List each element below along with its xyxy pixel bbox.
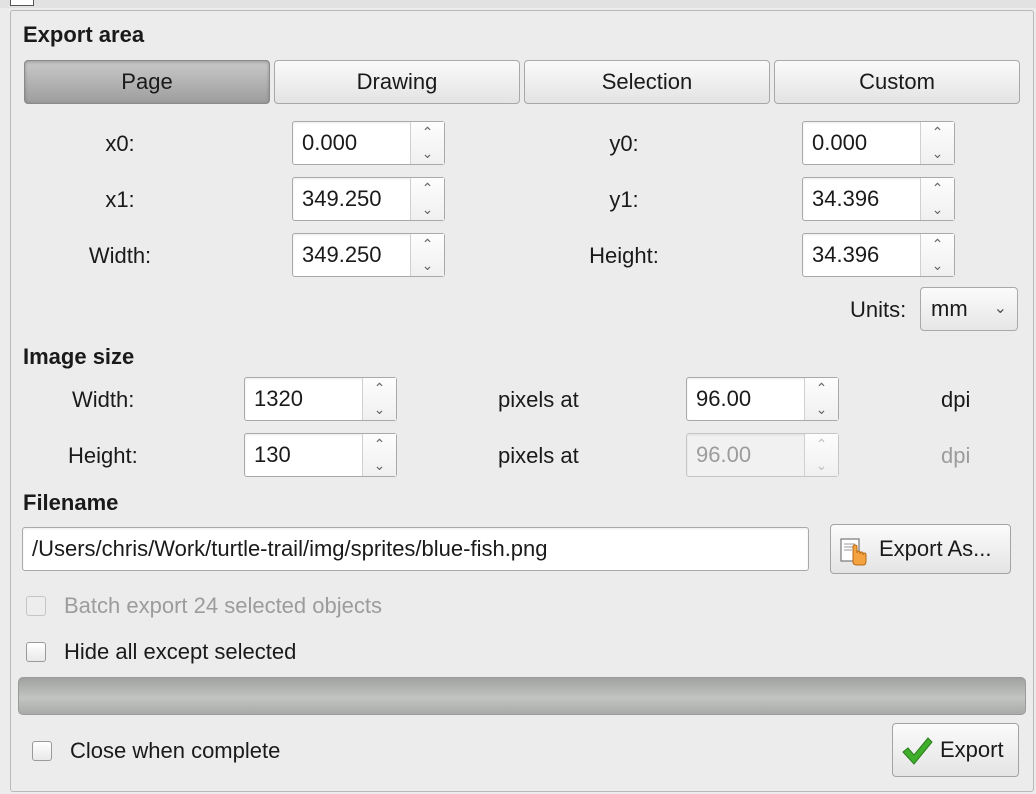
hide-all-label[interactable]: Hide all except selected	[64, 639, 296, 665]
spin-arrows: ⌃ ⌄	[920, 234, 954, 276]
image-width-spinbox[interactable]: 1320 ⌃ ⌄	[244, 377, 397, 421]
chevron-up-icon[interactable]: ⌃	[921, 178, 954, 199]
x0-label: x0:	[105, 131, 135, 156]
y1-label: y1:	[609, 187, 639, 212]
mode-selection-button[interactable]: Selection	[524, 60, 770, 104]
checkmark-icon	[901, 736, 933, 766]
pixels-at-label: pixels at	[498, 443, 579, 468]
dpi-x-spinbox[interactable]: 96.00 ⌃ ⌄	[686, 377, 839, 421]
chevron-down-icon[interactable]: ⌄	[411, 143, 444, 164]
document-hand-icon	[839, 536, 869, 566]
spin-arrows: ⌃ ⌄	[362, 378, 396, 420]
chevron-up-icon: ⌃	[815, 436, 828, 452]
chevron-up-icon[interactable]: ⌃	[921, 234, 954, 255]
dpi-label-disabled: dpi	[941, 443, 971, 468]
spin-arrows: ⌃ ⌄	[920, 178, 954, 220]
spin-arrows: ⌃ ⌄	[410, 122, 444, 164]
chevron-up-icon[interactable]: ⌃	[411, 122, 444, 143]
x1-spinbox[interactable]: 349.250 ⌃ ⌄	[292, 177, 445, 221]
image-height-spinbox[interactable]: 130 ⌃ ⌄	[244, 433, 397, 477]
chevron-down-icon[interactable]: ⌄	[921, 255, 954, 276]
mode-page-button[interactable]: Page	[24, 60, 270, 104]
x1-value: 349.250	[302, 186, 382, 211]
close-when-complete-label[interactable]: Close when complete	[70, 738, 280, 764]
y0-value: 0.000	[812, 130, 868, 155]
area-width-spinbox[interactable]: 349.250 ⌃ ⌄	[292, 233, 445, 277]
chevron-down-icon: ⌄	[815, 457, 828, 473]
area-height-value: 34.396	[812, 242, 880, 267]
dpi-y-value: 96.00	[696, 442, 752, 467]
units-select[interactable]: mm ⌄	[920, 287, 1018, 331]
export-as-button[interactable]: Export As...	[830, 524, 1011, 574]
area-height-label: Height:	[589, 243, 659, 268]
units-label: Units:	[850, 297, 907, 322]
mode-drawing-button[interactable]: Drawing	[274, 60, 520, 104]
chevron-down-icon[interactable]: ⌄	[363, 399, 396, 420]
filename-value: /Users/chris/Work/turtle-trail/img/sprit…	[32, 536, 548, 561]
export-button[interactable]: Export	[892, 723, 1019, 777]
area-width-value: 349.250	[302, 242, 382, 267]
chevron-up-icon[interactable]: ⌃	[363, 434, 396, 455]
spin-arrows: ⌃ ⌄	[804, 434, 838, 476]
chevron-up-icon[interactable]: ⌃	[411, 178, 444, 199]
dpi-x-value: 96.00	[696, 386, 752, 411]
export-as-label: Export As...	[879, 536, 992, 561]
batch-export-checkbox	[26, 596, 46, 616]
spin-arrows: ⌃ ⌄	[362, 434, 396, 476]
image-height-label: Height:	[68, 443, 138, 468]
chevron-down-icon[interactable]: ⌄	[411, 199, 444, 220]
image-height-value: 130	[254, 442, 291, 467]
spin-arrows: ⌃ ⌄	[804, 378, 838, 420]
chevron-down-icon[interactable]: ⌄	[921, 199, 954, 220]
chevron-down-icon[interactable]: ⌄	[921, 143, 954, 164]
chevron-up-icon[interactable]: ⌃	[805, 378, 838, 399]
image-width-label: Width:	[72, 387, 135, 412]
mode-custom-button[interactable]: Custom	[774, 60, 1020, 104]
hide-all-checkbox[interactable]	[26, 642, 46, 662]
batch-export-label: Batch export 24 selected objects	[64, 593, 382, 618]
x0-value: 0.000	[302, 130, 358, 155]
export-progress-bar	[18, 677, 1026, 715]
close-when-complete-checkbox[interactable]	[32, 741, 52, 761]
export-area-title: Export area	[23, 22, 145, 47]
x0-spinbox[interactable]: 0.000 ⌃ ⌄	[292, 121, 445, 165]
chevron-up-icon[interactable]: ⌃	[411, 234, 444, 255]
image-width-value: 1320	[254, 386, 303, 411]
y1-value: 34.396	[812, 186, 880, 211]
dpi-y-spinbox: 96.00 ⌃ ⌄	[686, 433, 839, 477]
y0-label: y0:	[609, 131, 639, 156]
spin-arrows: ⌃ ⌄	[410, 234, 444, 276]
chevron-down-icon[interactable]: ⌄	[411, 255, 444, 276]
chevron-down-icon[interactable]: ⌄	[363, 455, 396, 476]
chevron-up-icon[interactable]: ⌃	[921, 122, 954, 143]
pixels-at-label: pixels at	[498, 387, 579, 412]
window-top-edge	[0, 0, 1036, 8]
window-tab-edge	[10, 0, 34, 6]
x1-label: x1:	[105, 187, 135, 212]
filename-title: Filename	[23, 490, 119, 515]
chevron-down-icon: ⌄	[993, 300, 1007, 317]
export-label: Export	[940, 737, 1004, 762]
area-height-spinbox[interactable]: 34.396 ⌃ ⌄	[802, 233, 955, 277]
image-size-title: Image size	[23, 344, 135, 369]
filename-input[interactable]: /Users/chris/Work/turtle-trail/img/sprit…	[22, 527, 809, 571]
dpi-label: dpi	[941, 387, 971, 412]
area-width-label: Width:	[88, 243, 152, 268]
chevron-down-icon[interactable]: ⌄	[805, 399, 838, 420]
spin-arrows: ⌃ ⌄	[920, 122, 954, 164]
units-value: mm	[931, 296, 968, 321]
y0-spinbox[interactable]: 0.000 ⌃ ⌄	[802, 121, 955, 165]
spin-arrows: ⌃ ⌄	[410, 178, 444, 220]
chevron-up-icon[interactable]: ⌃	[363, 378, 396, 399]
y1-spinbox[interactable]: 34.396 ⌃ ⌄	[802, 177, 955, 221]
